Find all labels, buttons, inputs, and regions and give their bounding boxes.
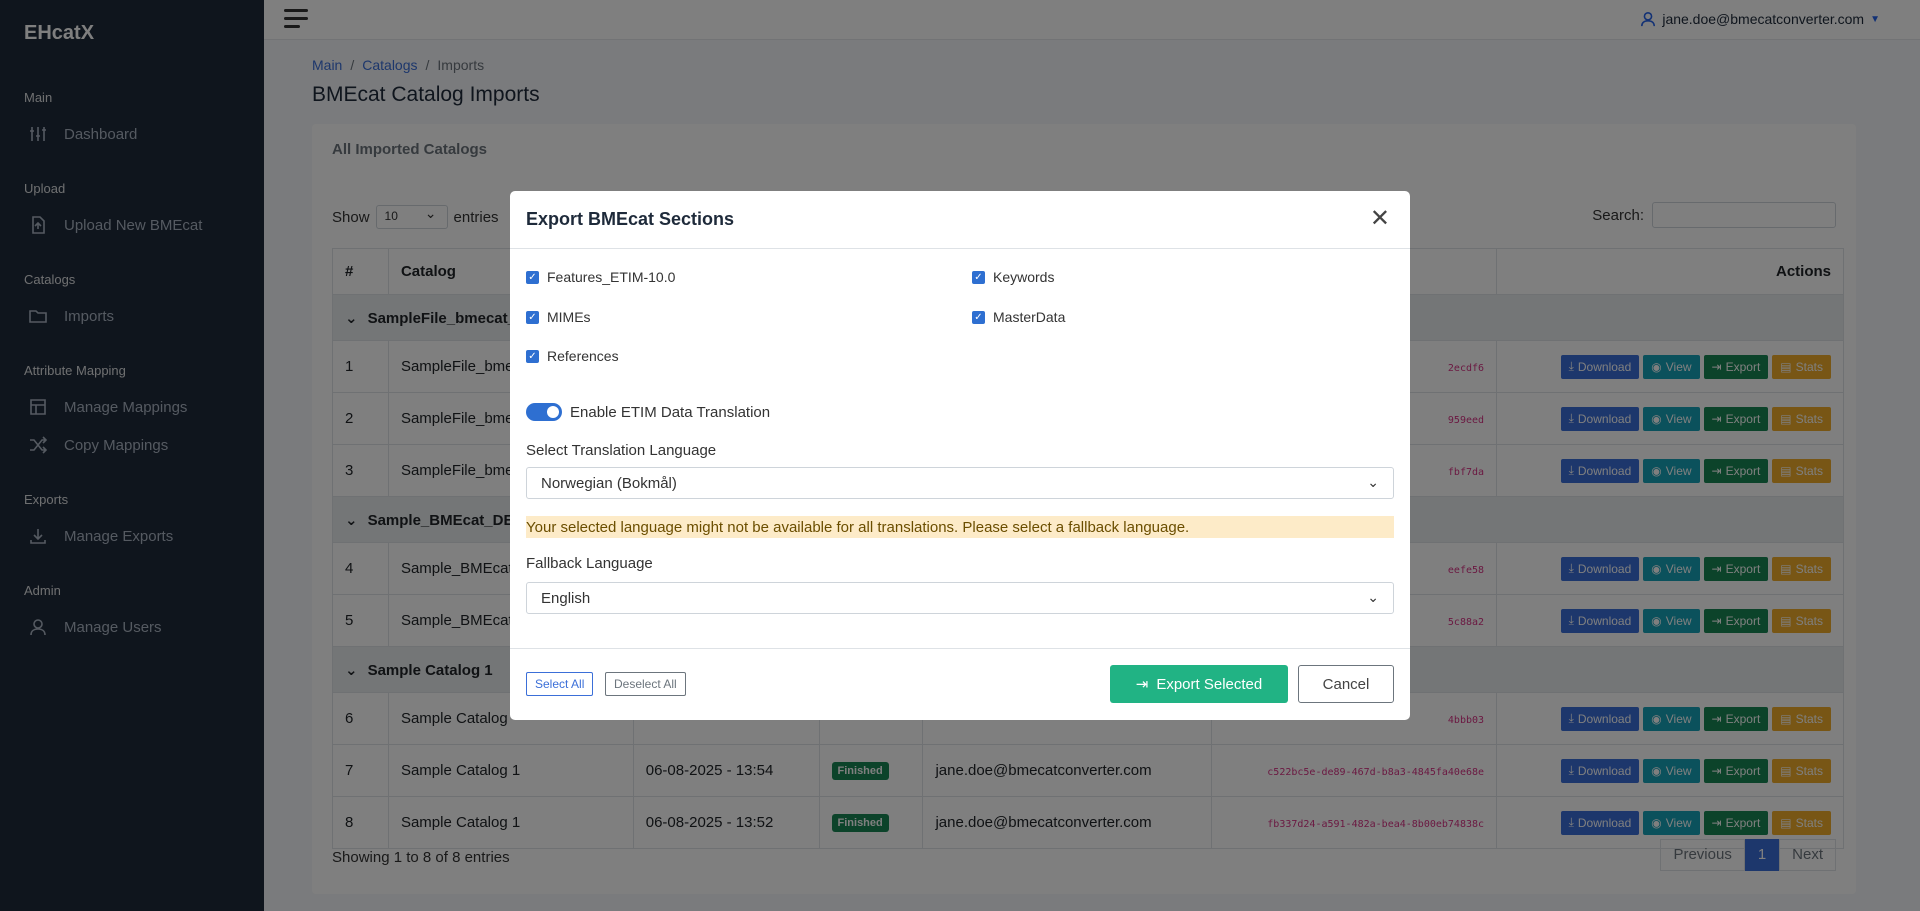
translation-language-value: Norwegian (Bokmål) xyxy=(541,475,677,492)
close-icon[interactable]: ✕ xyxy=(1370,207,1390,231)
section-checkboxes: ✓ Features_ETIM-10.0 ✓ Keywords ✓ MIMEs … xyxy=(510,249,1410,379)
checkbox-checked-icon: ✓ xyxy=(972,270,985,284)
checkbox-checked-icon: ✓ xyxy=(526,270,539,284)
section-label: Keywords xyxy=(993,269,1055,285)
section-checkbox-features[interactable]: ✓ Features_ETIM-10.0 xyxy=(526,269,675,285)
export-sections-modal: Export BMEcat Sections ✕ ✓ Features_ETIM… xyxy=(510,191,1410,720)
toggle-switch[interactable] xyxy=(526,403,562,421)
file-export-icon: ⇥ xyxy=(1135,676,1149,693)
section-label: References xyxy=(547,348,619,364)
section-checkbox-keywords[interactable]: ✓ Keywords xyxy=(972,269,1054,285)
export-selected-label: Export Selected xyxy=(1156,675,1263,693)
fallback-language-label: Fallback Language xyxy=(526,555,653,572)
section-label: MIMEs xyxy=(547,309,591,325)
checkbox-checked-icon: ✓ xyxy=(972,310,985,324)
modal-footer: Select All Deselect All ⇥ Export Selecte… xyxy=(510,648,1410,720)
modal-header: Export BMEcat Sections ✕ xyxy=(510,191,1410,249)
translation-language-label: Select Translation Language xyxy=(526,442,717,459)
language-warning: Your selected language might not be avai… xyxy=(526,516,1394,538)
fallback-language-value: English xyxy=(541,590,591,607)
chevron-down-icon: ⌄ xyxy=(1367,474,1379,490)
select-all-button[interactable]: Select All xyxy=(526,672,594,696)
section-label: Features_ETIM-10.0 xyxy=(547,269,676,285)
checkbox-checked-icon: ✓ xyxy=(526,349,539,363)
section-checkbox-references[interactable]: ✓ References xyxy=(526,348,619,364)
deselect-all-button[interactable]: Deselect All xyxy=(605,672,686,696)
translation-language-select[interactable]: Norwegian (Bokmål) ⌄ xyxy=(526,467,1394,499)
modal-title: Export BMEcat Sections xyxy=(526,209,735,229)
chevron-down-icon: ⌄ xyxy=(1367,589,1379,605)
section-label: MasterData xyxy=(993,309,1066,325)
toggle-label: Enable ETIM Data Translation xyxy=(570,403,771,421)
fallback-language-select[interactable]: English ⌄ xyxy=(526,582,1394,614)
etim-translation-toggle[interactable]: Enable ETIM Data Translation xyxy=(526,403,770,421)
section-checkbox-masterdata[interactable]: ✓ MasterData xyxy=(972,309,1065,325)
cancel-button[interactable]: Cancel xyxy=(1298,665,1394,703)
checkbox-checked-icon: ✓ xyxy=(526,310,539,324)
export-selected-button[interactable]: ⇥ Export Selected xyxy=(1110,665,1288,703)
section-checkbox-mimes[interactable]: ✓ MIMEs xyxy=(526,309,591,325)
